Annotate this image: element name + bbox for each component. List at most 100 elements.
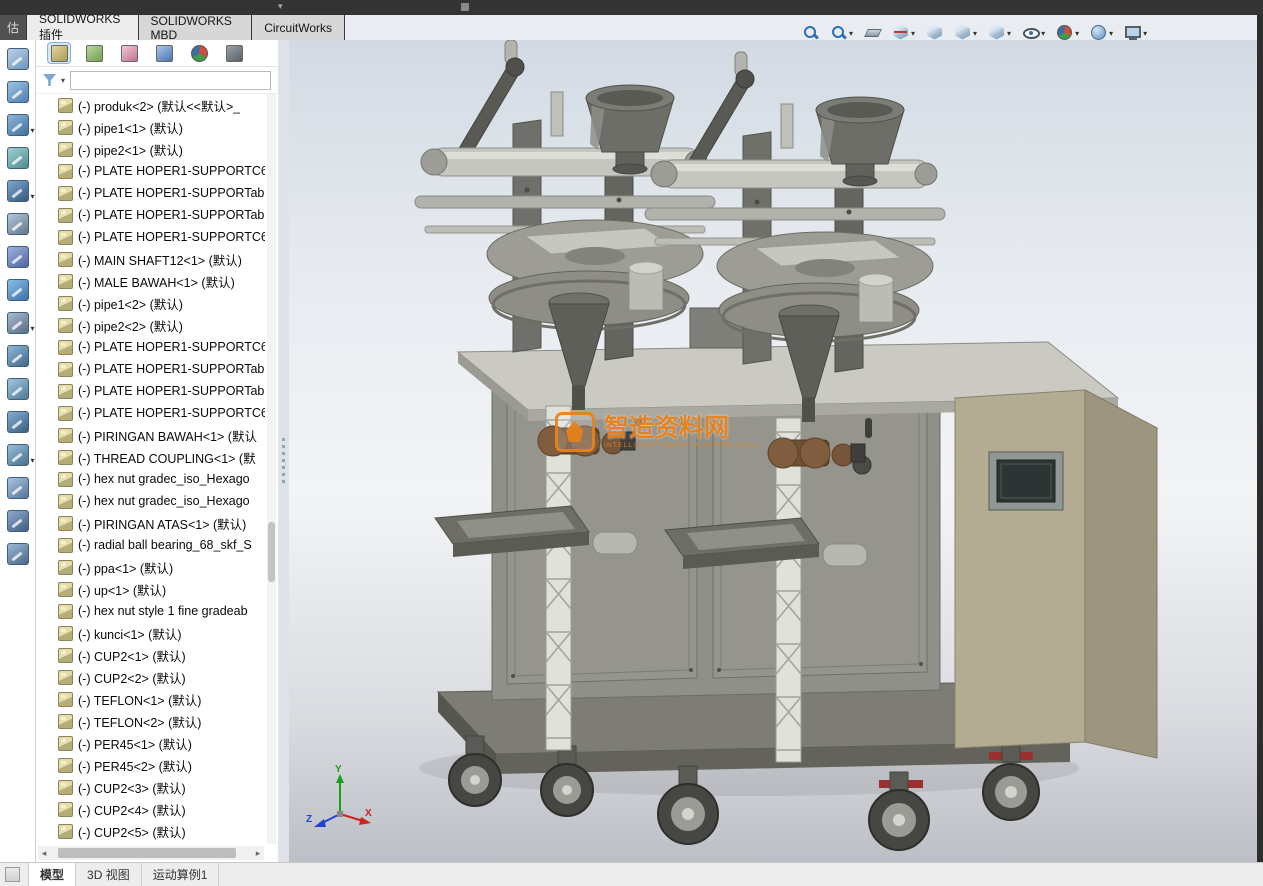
propertymanager-tab[interactable] bbox=[83, 43, 105, 63]
addins-tab[interactable] bbox=[223, 43, 245, 63]
features-button[interactable] bbox=[5, 114, 31, 136]
tree-item-label: (-) pipe1<2> (默认) bbox=[78, 297, 183, 312]
tree-item[interactable]: (-) hex nut gradec_iso_Hexago bbox=[36, 468, 265, 490]
tree-vertical-scrollbar[interactable] bbox=[267, 94, 276, 844]
dropdown-caret-icon bbox=[911, 23, 915, 41]
tree-item[interactable]: (-) PER45<1> (默认) bbox=[36, 732, 265, 754]
tree-item[interactable]: (-) ppa<1> (默认) bbox=[36, 556, 265, 578]
tree-item[interactable]: (-) pipe2<2> (默认) bbox=[36, 314, 265, 336]
tree-item[interactable]: (-) TEFLON<1> (默认) bbox=[36, 688, 265, 710]
tree-item[interactable]: (-) produk<2> (默认<<默认>_ bbox=[36, 94, 265, 116]
tree-item[interactable]: (-) radial ball bearing_68_skf_S bbox=[36, 534, 265, 556]
component-part-icon bbox=[58, 735, 73, 751]
zoom-area-button[interactable] bbox=[828, 21, 855, 43]
tree-item[interactable]: (-) CUP2<3> (默认) bbox=[36, 776, 265, 798]
rotate-view-button[interactable] bbox=[5, 279, 31, 301]
scrollbar-thumb[interactable] bbox=[58, 848, 236, 858]
view-orientation-button[interactable] bbox=[952, 21, 979, 43]
component-part-icon bbox=[58, 97, 73, 113]
tree-item[interactable]: (-) PER45<2> (默认) bbox=[36, 754, 265, 776]
toolbar-caret-icon[interactable]: ▾ bbox=[278, 1, 283, 12]
mass-properties-button[interactable] bbox=[5, 378, 31, 400]
previous-view-button[interactable] bbox=[862, 22, 883, 43]
command-tab-solidworks-mbd[interactable]: SOLIDWORKS MBD bbox=[138, 14, 253, 42]
zoom-area-icon bbox=[830, 24, 847, 41]
status-tab-model[interactable]: 模型 bbox=[28, 863, 77, 886]
scroll-left-arrow[interactable]: ◂ bbox=[38, 846, 50, 860]
tree-item[interactable]: (-) PLATE HOPER1-SUPPORTab bbox=[36, 182, 265, 204]
tree-item[interactable]: (-) CUP2<1> (默认) bbox=[36, 644, 265, 666]
select-button[interactable] bbox=[5, 48, 31, 70]
tree-horizontal-scrollbar[interactable]: ◂ ▸ bbox=[38, 846, 264, 860]
sketch-button[interactable] bbox=[5, 81, 31, 103]
tree-item-label: (-) up<1> (默认) bbox=[78, 583, 167, 598]
hide-show-items-button[interactable] bbox=[1020, 21, 1047, 43]
tree-item[interactable]: (-) PIRINGAN BAWAH<1> (默认 bbox=[36, 424, 265, 446]
tree-item[interactable]: (-) TEFLON<2> (默认) bbox=[36, 710, 265, 732]
view-settings-button[interactable] bbox=[1122, 21, 1149, 43]
tree-item[interactable]: (-) PLATE HOPER1-SUPPORTab bbox=[36, 358, 265, 380]
tree-item[interactable]: (-) hex nut gradec_iso_Hexago bbox=[36, 490, 265, 512]
tree-item-label: (-) CUP2<3> (默认) bbox=[78, 781, 186, 796]
pan-button[interactable] bbox=[5, 312, 31, 334]
command-tab-evaluate-partial[interactable]: 估 bbox=[0, 15, 28, 40]
tree-item[interactable]: (-) kunci<1> (默认) bbox=[36, 622, 265, 644]
apply-scene-button[interactable] bbox=[1088, 21, 1115, 43]
tree-item[interactable]: (-) MAIN SHAFT12<1> (默认) bbox=[36, 248, 265, 270]
graphics-viewport[interactable]: 智造资料网 INTELLIGENT MANUFACTURING DATA Y X… bbox=[289, 40, 1257, 862]
display-style-button[interactable] bbox=[986, 21, 1013, 43]
appearance-button[interactable] bbox=[5, 444, 31, 466]
status-tab-motion-study1[interactable]: 运动算例1 bbox=[142, 863, 220, 886]
drawing-button[interactable] bbox=[5, 213, 31, 235]
scene-button[interactable] bbox=[5, 477, 31, 499]
scrollbar-thumb[interactable] bbox=[268, 521, 275, 582]
tree-item[interactable]: (-) CUP2<5> (默认) bbox=[36, 820, 265, 842]
camera-button[interactable] bbox=[5, 246, 31, 268]
tree-item[interactable]: (-) PIRINGAN ATAS<1> (默认) bbox=[36, 512, 265, 534]
measure-button[interactable] bbox=[5, 345, 31, 367]
tree-item[interactable]: (-) PLATE HOPER1-SUPPORTab bbox=[36, 380, 265, 402]
component-part-icon bbox=[58, 449, 73, 465]
scroll-right-arrow[interactable]: ▸ bbox=[252, 846, 264, 860]
tree-item[interactable]: (-) hex nut style 1 fine gradeab bbox=[36, 600, 265, 622]
options-button[interactable] bbox=[5, 543, 31, 565]
command-tab-circuitworks[interactable]: CircuitWorks bbox=[252, 15, 345, 40]
displaymanager-tab[interactable] bbox=[188, 43, 210, 63]
tree-item[interactable]: (-) pipe2<1> (默认) bbox=[36, 138, 265, 160]
filter-caret-icon[interactable]: ▾ bbox=[61, 76, 65, 85]
tree-item[interactable]: (-) up<1> (默认) bbox=[36, 578, 265, 600]
machine-3d-model[interactable] bbox=[289, 40, 1257, 862]
surfaces-button[interactable] bbox=[5, 147, 31, 169]
pan-icon bbox=[6, 312, 29, 334]
tree-item[interactable]: (-) pipe1<1> (默认) bbox=[36, 116, 265, 138]
assembly-button[interactable] bbox=[5, 180, 31, 202]
section-button[interactable] bbox=[5, 411, 31, 433]
annotation-view-button[interactable] bbox=[924, 22, 945, 43]
dimxpertmanager-tab[interactable] bbox=[153, 43, 175, 63]
scrollbar-track[interactable] bbox=[50, 846, 252, 860]
tree-item[interactable]: (-) PLATE HOPER1-SUPPORTC6 bbox=[36, 402, 265, 424]
component-part-icon bbox=[58, 339, 73, 355]
tree-item[interactable]: (-) PLATE HOPER1-SUPPORTab bbox=[36, 204, 265, 226]
tree-item[interactable]: (-) THREAD COUPLING<1> (默 bbox=[36, 446, 265, 468]
tree-item[interactable]: (-) CUP2<4> (默认) bbox=[36, 798, 265, 820]
filter-input[interactable] bbox=[70, 70, 271, 90]
tree-item[interactable]: (-) MALE BAWAH<1> (默认) bbox=[36, 270, 265, 292]
tree-item[interactable]: (-) CUP2<2> (默认) bbox=[36, 666, 265, 688]
filter-funnel-icon[interactable] bbox=[43, 74, 56, 86]
status-tab-3d-view[interactable]: 3D 视图 bbox=[76, 863, 142, 886]
component-part-icon bbox=[58, 119, 73, 135]
configurationmanager-tab[interactable] bbox=[118, 43, 140, 63]
tree-item[interactable]: (-) PLATE HOPER1-SUPPORTC6 bbox=[36, 226, 265, 248]
tree-item[interactable]: (-) PLATE HOPER1-SUPPORTC6 bbox=[36, 160, 265, 182]
section-view-button[interactable] bbox=[890, 21, 917, 43]
panel-splitter[interactable] bbox=[278, 40, 289, 862]
zoom-fit-button[interactable] bbox=[800, 22, 821, 43]
featuremanager-tab[interactable] bbox=[47, 42, 71, 64]
edit-appearance-button[interactable] bbox=[1054, 21, 1081, 43]
quick-access-icon[interactable] bbox=[461, 3, 469, 11]
tree-item[interactable]: (-) PLATE HOPER1-SUPPORTC6 bbox=[36, 336, 265, 358]
command-tab-solidworks-addins[interactable]: SOLIDWORKS 插件 bbox=[27, 12, 139, 42]
annotations-button[interactable] bbox=[5, 510, 31, 532]
tree-item[interactable]: (-) pipe1<2> (默认) bbox=[36, 292, 265, 314]
